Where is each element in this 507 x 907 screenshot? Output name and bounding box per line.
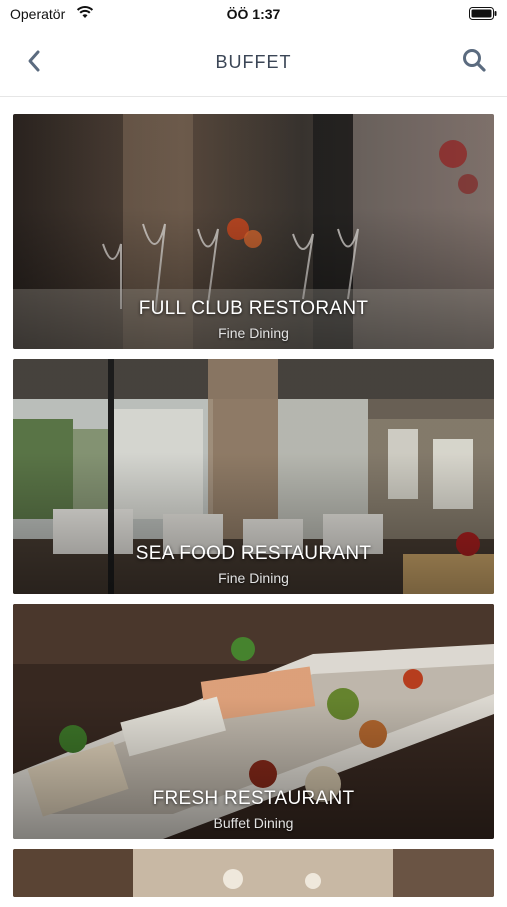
restaurant-card-full-club[interactable]: FULL CLUB RESTORANT Fine Dining (13, 114, 494, 349)
status-bar: Operatör ÖÖ 1:37 (0, 0, 507, 30)
restaurant-name: FULL CLUB RESTORANT (138, 298, 369, 319)
restaurant-category: Buffet Dining (213, 815, 294, 831)
page-title: BUFFET (215, 52, 292, 72)
clock-time: ÖÖ 1:37 (226, 6, 281, 22)
restaurant-card-fresh[interactable]: FRESH RESTAURANT Buffet Dining (13, 604, 494, 839)
navigation-bar: BUFFET (0, 30, 507, 97)
restaurant-card-sea-food[interactable]: SEA FOOD RESTAURANT Fine Dining (13, 359, 494, 594)
restaurant-card-partial[interactable] (13, 849, 494, 897)
restaurant-category: Fine Dining (218, 570, 289, 586)
restaurant-list: FULL CLUB RESTORANT Fine Dining SEA FOOD… (13, 114, 494, 907)
search-button[interactable] (461, 47, 487, 73)
restaurant-photo (13, 849, 494, 897)
restaurant-name: FRESH RESTAURANT (152, 788, 355, 809)
battery-icon (469, 7, 497, 20)
restaurant-category: Fine Dining (218, 325, 289, 341)
search-icon (463, 49, 486, 72)
restaurant-name: SEA FOOD RESTAURANT (135, 543, 372, 564)
